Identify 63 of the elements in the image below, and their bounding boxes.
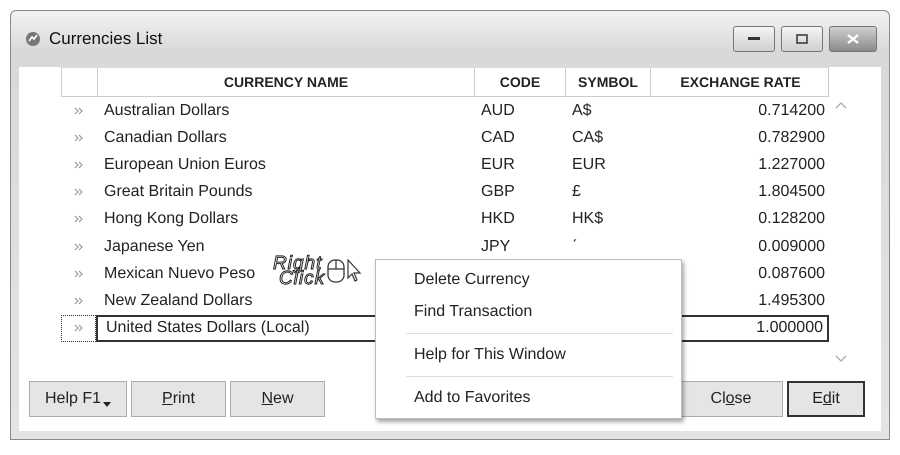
table-cell: 0.714200 bbox=[758, 102, 825, 120]
table-cell: 0.782900 bbox=[758, 128, 825, 147]
table-cell: Japanese Yen bbox=[104, 238, 205, 256]
dialog-button[interactable]: Print bbox=[131, 381, 226, 417]
minimize-button[interactable] bbox=[733, 26, 775, 52]
table-cell: CAD bbox=[481, 128, 515, 146]
dialog-button[interactable]: Edit bbox=[787, 381, 865, 417]
table-cell: Hong Kong Dollars bbox=[104, 210, 238, 228]
table-cell: 1.000000 bbox=[756, 319, 823, 338]
table-cell: Mexican Nuevo Peso bbox=[104, 264, 256, 283]
column-header[interactable]: CODE bbox=[474, 68, 565, 96]
row-pointer-icon bbox=[74, 270, 84, 278]
table-cell: EUR bbox=[572, 156, 606, 173]
close-button[interactable] bbox=[829, 26, 877, 52]
table-cell: HKD bbox=[481, 210, 515, 228]
row-pointer-icon bbox=[74, 106, 84, 115]
table-cell: AUD bbox=[481, 102, 515, 119]
dialog-button[interactable]: New bbox=[230, 381, 325, 417]
table-cell: £ bbox=[572, 183, 581, 200]
table-cell: Canadian Dollars bbox=[104, 128, 227, 147]
table-cell: 1.804500 bbox=[758, 183, 825, 202]
caret-icon bbox=[103, 402, 112, 406]
dialog-button[interactable]: Close bbox=[679, 381, 783, 417]
row-pointer-icon bbox=[74, 242, 84, 251]
table-cell: CA$ bbox=[572, 128, 604, 146]
table-cell: A$ bbox=[572, 102, 592, 119]
scroll-up-icon[interactable] bbox=[835, 101, 847, 109]
row-pointer-icon bbox=[74, 296, 84, 305]
scroll-down-icon[interactable] bbox=[835, 355, 847, 363]
column-header[interactable]: SYMBOL bbox=[565, 68, 650, 96]
row-pointer-icon bbox=[74, 324, 84, 332]
table-cell: HK$ bbox=[572, 210, 604, 228]
row-pointer-icon bbox=[74, 134, 84, 142]
cursor-icon bbox=[347, 259, 364, 283]
table-cell: 1.227000 bbox=[758, 156, 825, 174]
table-cell: ˊ bbox=[572, 238, 578, 255]
table-cell: Great Britain Pounds bbox=[104, 183, 253, 202]
menu-item[interactable]: Add to Favorites bbox=[376, 382, 681, 414]
window-title: Currencies List bbox=[49, 29, 164, 49]
table-cell: New Zealand Dollars bbox=[104, 292, 253, 310]
column-header[interactable]: EXCHANGE RATE bbox=[650, 68, 830, 96]
maximize-icon bbox=[796, 34, 808, 44]
menu-item[interactable]: Delete Currency bbox=[376, 264, 681, 296]
maximize-button[interactable] bbox=[781, 26, 823, 52]
table-cell: 0.087600 bbox=[758, 264, 825, 283]
app-icon bbox=[25, 31, 41, 47]
close-icon bbox=[846, 34, 860, 44]
row-pointer-icon bbox=[74, 215, 84, 224]
table-cell: 1.495300 bbox=[758, 292, 825, 310]
table-cell: GBP bbox=[481, 183, 515, 200]
row-pointer-icon bbox=[74, 188, 84, 196]
row-pointer-icon bbox=[74, 160, 84, 169]
table-cell: JPY bbox=[481, 238, 510, 255]
table-cell: Australian Dollars bbox=[104, 102, 230, 120]
table-cell: 0.009000 bbox=[758, 238, 825, 256]
table-cell: United States Dollars (Local) bbox=[106, 319, 310, 338]
table-cell: 0.128200 bbox=[758, 210, 825, 228]
column-header[interactable]: CURRENCY NAME bbox=[97, 68, 474, 96]
table-cell: European Union Euros bbox=[104, 156, 266, 174]
mouse-icon bbox=[326, 258, 346, 284]
help-dropdown-button[interactable]: Help F1 bbox=[29, 381, 127, 417]
table-cell: EUR bbox=[481, 156, 515, 173]
minimize-icon bbox=[748, 37, 760, 41]
